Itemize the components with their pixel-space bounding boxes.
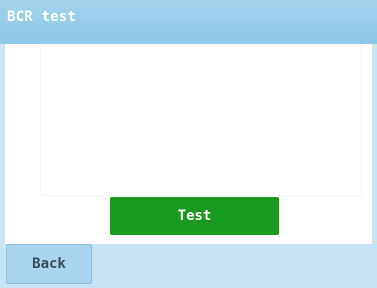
title-bar: BCR test — [0, 0, 377, 44]
back-button[interactable]: Back — [6, 244, 92, 284]
content-panel-outline — [40, 44, 362, 196]
window-title: BCR test — [7, 9, 77, 25]
test-button[interactable]: Test — [110, 197, 279, 235]
